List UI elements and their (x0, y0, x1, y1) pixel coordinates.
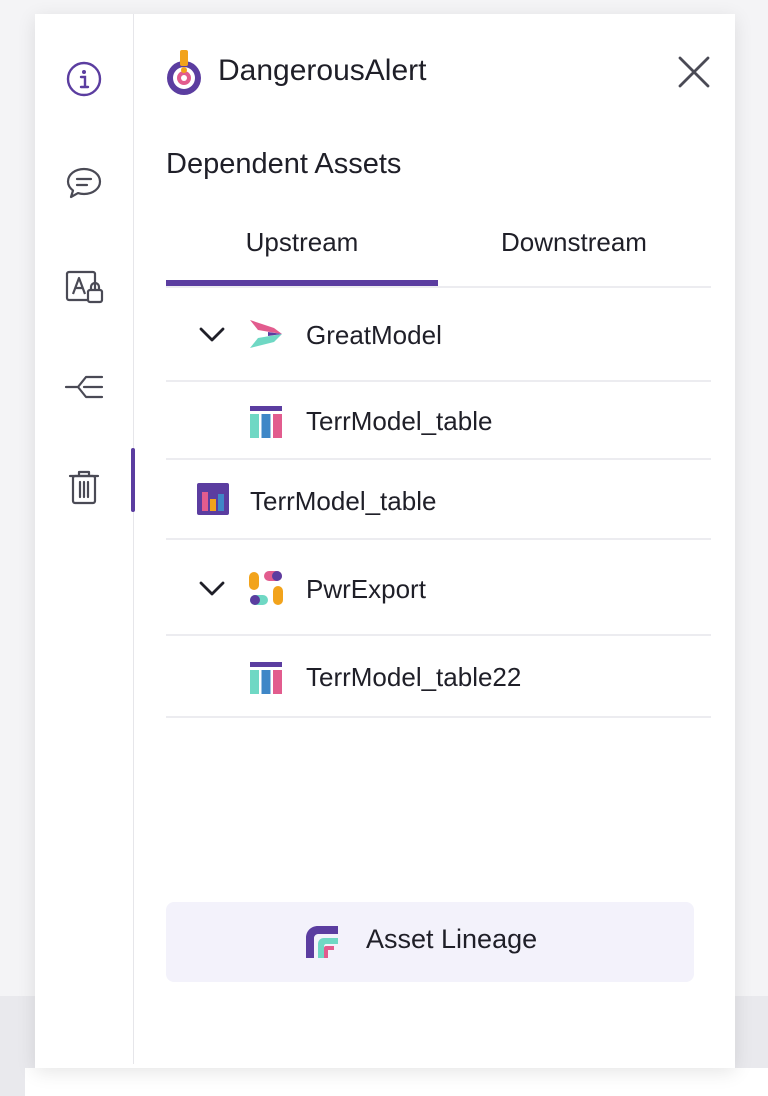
asset-lineage-icon (306, 926, 338, 958)
asset-lineage-label: Asset Lineage (366, 924, 538, 954)
tree-row-greatmodel[interactable]: GreatModel (166, 288, 711, 382)
asset-details-panel: DangerousAlert Dependent Assets Upstream… (35, 14, 735, 1068)
section-title: Dependent Assets (166, 148, 402, 180)
bar-chart-icon (197, 483, 229, 515)
tab-label: Downstream (501, 227, 647, 257)
access-lock-icon (65, 270, 104, 304)
tree-item-label: PwrExport (306, 574, 426, 604)
tree-item-label: TerrModel_table22 (306, 662, 522, 692)
active-tab-indicator (166, 280, 438, 286)
table-icon (250, 662, 282, 694)
tab-downstream[interactable]: Downstream (438, 226, 710, 286)
tree-row-terrmodel-table-child[interactable]: TerrModel_table (166, 380, 711, 460)
trash-icon (68, 470, 100, 505)
tree-row-terrmodel-table22[interactable]: TerrModel_table22 (166, 636, 711, 718)
lineage-icon (64, 375, 104, 399)
rail-active-indicator (131, 448, 135, 512)
tab-upstream[interactable]: Upstream (166, 226, 438, 286)
chevron-down-icon[interactable] (198, 574, 226, 602)
rail-access-button[interactable] (63, 266, 105, 308)
asset-lineage-button[interactable]: Asset Lineage (166, 902, 694, 982)
tree-item-label: TerrModel_table (250, 486, 437, 516)
model-icon (250, 320, 282, 348)
chevron-down-icon[interactable] (198, 320, 226, 348)
bottom-strip (25, 1068, 768, 1096)
tree-item-label: TerrModel_table (306, 406, 493, 436)
export-icon (249, 571, 283, 605)
panel-header: DangerousAlert (166, 48, 711, 98)
tree-row-terrmodel-table-chart[interactable]: TerrModel_table (166, 460, 711, 540)
alert-target-icon (167, 50, 201, 95)
close-icon (678, 56, 710, 88)
side-rail (35, 14, 135, 1064)
panel-content: DangerousAlert Dependent Assets Upstream… (166, 14, 711, 1064)
close-button[interactable] (674, 52, 714, 92)
table-icon (250, 406, 282, 438)
rail-lineage-button[interactable] (63, 366, 105, 408)
rail-comments-button[interactable] (63, 162, 105, 204)
rail-delete-button[interactable] (63, 466, 105, 508)
rail-info-button[interactable] (63, 58, 105, 100)
dependency-tabs: Upstream Downstream (166, 226, 711, 288)
tree-row-pwrexport[interactable]: PwrExport (166, 540, 711, 636)
comment-icon (66, 167, 102, 199)
panel-title: DangerousAlert (218, 54, 427, 87)
tree-item-label: GreatModel (306, 320, 442, 350)
tab-label: Upstream (245, 227, 359, 257)
info-icon (66, 61, 102, 97)
